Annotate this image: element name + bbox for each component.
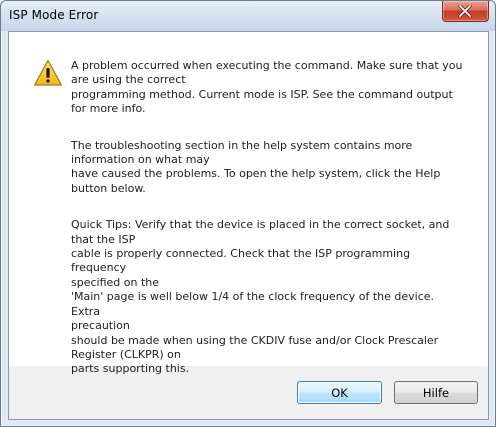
dialog-window: ISP Mode Error A problem occurred when e… <box>0 0 496 427</box>
message-line: are using the correct <box>71 73 186 87</box>
window-title: ISP Mode Error <box>9 8 99 22</box>
error-message: A problem occurred when executing the co… <box>71 59 466 399</box>
dialog-client-area: A problem occurred when executing the co… <box>8 31 489 420</box>
close-button[interactable] <box>442 1 489 22</box>
message-line: programming method. Current mode is ISP.… <box>71 87 453 101</box>
message-line: button below. <box>71 181 146 195</box>
message-line: that the ISP <box>71 232 136 246</box>
help-button[interactable]: Hilfe <box>394 381 478 404</box>
message-panel: A problem occurred when executing the co… <box>9 32 488 375</box>
title-bar[interactable]: ISP Mode Error <box>1 1 495 31</box>
message-line: A problem occurred when executing the co… <box>71 59 463 72</box>
warning-triangle-icon <box>33 59 63 91</box>
message-line: Register (CLKPR) on <box>71 347 181 361</box>
message-line: 'Main' page is well below 1/4 of the clo… <box>71 290 434 318</box>
message-line: information on what may <box>71 153 210 167</box>
message-line: should be made when using the CKDIV fuse… <box>71 333 439 347</box>
message-paragraph: Quick Tips: Verify that the device is pl… <box>71 218 466 376</box>
message-line: specified on the <box>71 275 160 289</box>
message-line: cable is properly connected. Check that … <box>71 247 411 275</box>
message-line: for more info. <box>71 102 146 116</box>
message-line: have caused the problems. To open the he… <box>71 167 441 181</box>
message-paragraph: The troubleshooting section in the help … <box>71 139 466 197</box>
message-line: The troubleshooting section in the help … <box>71 138 413 152</box>
message-line: parts supporting this. <box>71 362 190 376</box>
message-paragraph: A problem occurred when executing the co… <box>71 59 466 117</box>
message-line: Quick Tips: Verify that the device is pl… <box>71 218 450 232</box>
ok-button[interactable]: OK <box>297 381 382 404</box>
message-line: precaution <box>71 319 130 333</box>
